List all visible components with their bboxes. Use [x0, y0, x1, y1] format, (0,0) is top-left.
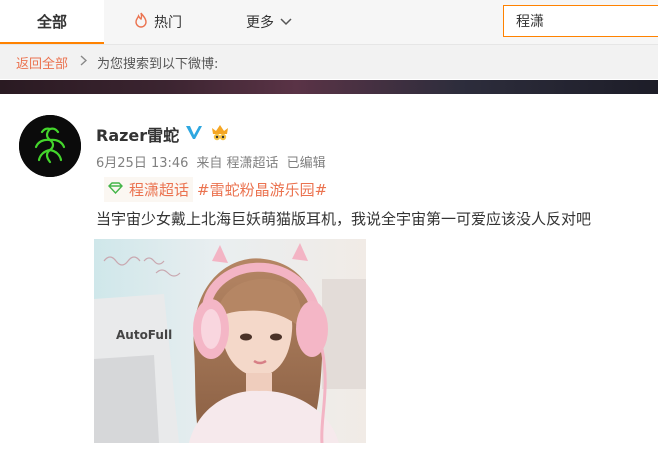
tab-all[interactable]: 全部 — [0, 0, 104, 44]
razer-logo-icon — [19, 115, 81, 177]
chevron-down-icon — [280, 14, 292, 30]
diamond-icon — [108, 180, 123, 198]
post-text: 当宇宙少女戴上北海巨妖萌猫版耳机，我说全宇宙第一可爱应该没人反对吧 — [96, 210, 592, 228]
topic-line: 程潇超话 #雷蛇粉晶游乐园# — [104, 176, 327, 202]
post-date[interactable]: 6月25日 13:46 — [96, 152, 188, 171]
author-row: Razer雷蛇 — [96, 122, 231, 146]
post-photo[interactable]: AutoFull — [94, 239, 366, 443]
banner-image-strip — [0, 80, 658, 94]
chair-logo-text: AutoFull — [116, 328, 172, 342]
hashtag-link[interactable]: #雷蛇粉晶游乐园# — [197, 179, 327, 200]
member-crown-icon[interactable] — [209, 122, 231, 146]
post-meta: 6月25日 13:46 来自 程潇超话 已编辑 — [96, 152, 326, 171]
post-edited: 已编辑 — [286, 156, 326, 171]
breadcrumb: 返回全部 为您搜索到以下微博: — [0, 45, 658, 79]
tab-hot-label: 热门 — [154, 15, 182, 31]
search-result-hint: 为您搜索到以下微博: — [97, 56, 219, 72]
tab-more-label: 更多 — [246, 15, 274, 31]
tab-more[interactable]: 更多 — [246, 0, 292, 44]
tab-hot[interactable]: 热门 — [134, 0, 182, 44]
chevron-right-icon — [80, 54, 88, 70]
search-box[interactable] — [503, 5, 658, 37]
avatar[interactable] — [19, 115, 81, 177]
author-name[interactable]: Razer雷蛇 — [96, 122, 179, 146]
back-to-all-link[interactable]: 返回全部 — [16, 53, 68, 72]
flame-icon — [134, 12, 148, 32]
super-topic-link[interactable]: 程潇超话 — [104, 176, 194, 202]
verified-v-icon — [185, 124, 203, 144]
search-input[interactable] — [504, 13, 656, 29]
post-source[interactable]: 来自 程潇超话 — [196, 152, 278, 171]
top-nav: 全部 热门 更多 — [0, 0, 658, 45]
super-topic-label: 程潇超话 — [129, 180, 190, 199]
tab-all-label: 全部 — [36, 12, 67, 31]
